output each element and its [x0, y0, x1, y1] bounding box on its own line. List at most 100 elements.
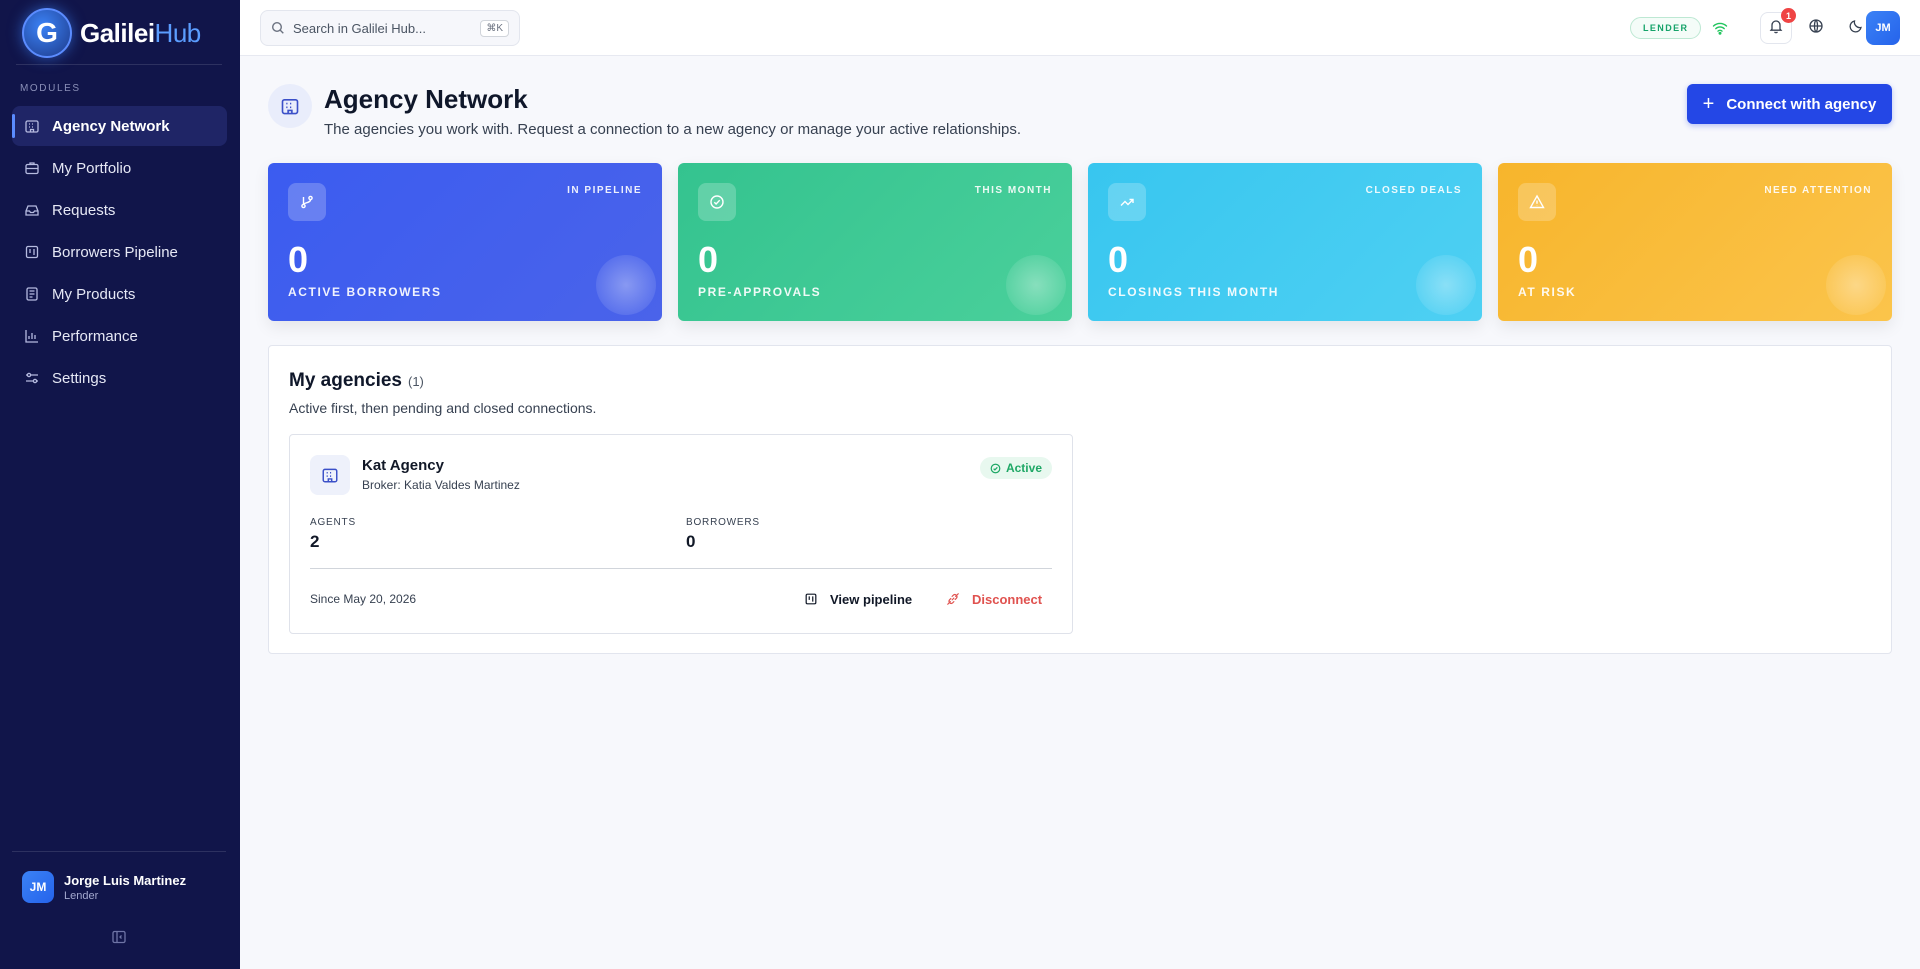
sidebar-nav: Agency Network My Portfolio Requests Bor… [12, 106, 227, 400]
section-title: My agencies (1) [289, 370, 424, 392]
status-text: Active [1005, 461, 1042, 475]
agency-name: Kat Agency [362, 457, 444, 474]
sidebar-item-performance[interactable]: Performance [12, 316, 227, 356]
sidebar-item-my-portfolio[interactable]: My Portfolio [12, 148, 227, 188]
connect-with-agency-button[interactable]: + Connect with agency [1687, 84, 1892, 124]
button-label: Disconnect [972, 591, 1043, 607]
logo-text: GalileiHub [80, 18, 201, 49]
logo-main: Galilei [80, 17, 155, 48]
user-info: Jorge Luis Martinez Lender [64, 873, 186, 902]
button-label: View pipeline [830, 591, 913, 607]
search-shortcut: ⌘K [480, 19, 509, 37]
building-icon [310, 455, 350, 495]
sidebar-item-label: Performance [52, 327, 138, 345]
sidebar-item-my-products[interactable]: My Products [12, 274, 227, 314]
product-icon [24, 286, 40, 302]
sidebar-item-requests[interactable]: Requests [12, 190, 227, 230]
section-label: MODULES [20, 83, 81, 94]
stat-value: 0 [1518, 239, 1539, 280]
search-icon [271, 21, 285, 35]
page-subtitle: The agencies you work with. Request a co… [324, 121, 1022, 138]
user-avatar-button[interactable]: JM [1866, 11, 1900, 45]
sliders-icon [24, 370, 40, 386]
my-agencies-panel: My agencies (1) Active first, then pendin… [268, 345, 1892, 654]
sidebar-item-label: My Products [52, 285, 136, 303]
sidebar-item-agency-network[interactable]: Agency Network [12, 106, 227, 146]
logo-mark: G [22, 8, 72, 58]
kanban-icon [24, 244, 40, 260]
stat-tag: NEED ATTENTION [1764, 185, 1872, 196]
sidebar: G GalileiHub MODULES Agency Network My P… [0, 0, 240, 969]
disconnect-button[interactable]: Disconnect [946, 583, 1042, 615]
briefcase-icon [24, 160, 40, 176]
user-role: Lender [64, 889, 99, 902]
agents-label: AGENTS [310, 517, 356, 528]
agency-broker: Broker: Katia Valdes Martinez [362, 478, 520, 492]
agency-count: (1) [408, 374, 424, 389]
stat-label: ACTIVE BORROWERS [288, 285, 442, 299]
wifi-icon [1706, 14, 1734, 42]
agency-card: Kat Agency Broker: Katia Valdes Martinez… [289, 434, 1073, 634]
stat-label: CLOSINGS THIS MONTH [1108, 285, 1280, 299]
status-badge: Active [979, 457, 1052, 479]
logo-accent: Hub [154, 17, 202, 48]
borrowers-label: BORROWERS [686, 517, 760, 528]
search-box[interactable]: ⌘K [260, 10, 520, 46]
building-icon [24, 118, 40, 134]
stat-label: PRE-APPROVALS [698, 285, 822, 299]
stat-tag: THIS MONTH [974, 185, 1052, 196]
globe-icon [1808, 18, 1824, 39]
divider [12, 851, 226, 852]
search-input[interactable] [293, 20, 481, 36]
sidebar-item-borrowers-pipeline[interactable]: Borrowers Pipeline [12, 232, 227, 272]
bell-icon [1768, 18, 1784, 39]
stat-value: 0 [288, 239, 309, 280]
plus-icon: + [1702, 92, 1715, 115]
role-badge: LENDER [1630, 17, 1702, 39]
stat-value: 0 [1108, 239, 1129, 280]
collapse-sidebar-icon[interactable] [111, 929, 127, 945]
language-button[interactable] [1802, 14, 1830, 42]
sidebar-item-settings[interactable]: Settings [12, 358, 227, 398]
divider [16, 64, 222, 65]
user-name: Jorge Luis Martinez [64, 872, 187, 888]
bar-chart-icon [24, 328, 40, 344]
stat-card-pre-approvals: THIS MONTH 0 PRE-APPROVALS [678, 163, 1072, 321]
stat-tag: CLOSED DEALS [1365, 185, 1462, 196]
git-branch-icon [288, 183, 326, 221]
stat-card-closings: CLOSED DEALS 0 CLOSINGS THIS MONTH [1088, 163, 1482, 321]
stat-tag: IN PIPELINE [567, 185, 642, 196]
divider [310, 568, 1052, 569]
stat-value: 0 [698, 239, 719, 280]
unplug-icon [946, 592, 960, 606]
notification-badge: 1 [1781, 8, 1796, 23]
notifications-button[interactable]: 1 [1760, 8, 1796, 44]
sidebar-item-label: My Portfolio [52, 159, 132, 177]
stat-card-at-risk: NEED ATTENTION 0 AT RISK [1498, 163, 1892, 321]
topbar: ⌘K LENDER 1 JM [240, 0, 1920, 56]
sidebar-item-label: Borrowers Pipeline [52, 243, 178, 261]
sidebar-item-label: Agency Network [52, 117, 170, 135]
check-circle-icon [990, 463, 1001, 474]
agents-value: 2 [310, 532, 320, 551]
check-circle-icon [698, 183, 736, 221]
kanban-icon [804, 592, 818, 606]
moon-icon [1848, 18, 1864, 39]
view-pipeline-button[interactable]: View pipeline [804, 583, 912, 615]
inbox-icon [24, 202, 40, 218]
stat-card-active-borrowers: IN PIPELINE 0 ACTIVE BORROWERS [268, 163, 662, 321]
warning-icon [1518, 183, 1556, 221]
sidebar-item-label: Requests [52, 201, 116, 219]
avatar: JM [22, 871, 54, 903]
section-subtitle: Active first, then pending and closed co… [289, 400, 597, 416]
button-label: Connect with agency [1726, 95, 1877, 113]
page-title: Agency Network [324, 84, 528, 114]
user-profile[interactable]: JM Jorge Luis Martinez Lender [22, 871, 186, 903]
section-title-text: My agencies [289, 370, 402, 391]
since-date: Since May 20, 2026 [310, 592, 417, 606]
app-logo[interactable]: G GalileiHub [22, 8, 201, 58]
trending-up-icon [1108, 183, 1146, 221]
building-icon [268, 84, 312, 128]
sidebar-item-label: Settings [52, 369, 107, 387]
stat-label: AT RISK [1518, 285, 1577, 299]
